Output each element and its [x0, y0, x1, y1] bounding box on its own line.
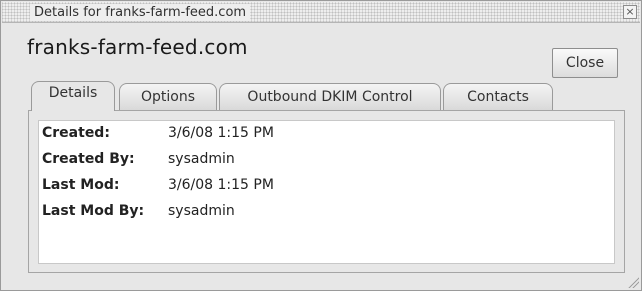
resize-grip-icon[interactable]: [627, 276, 639, 288]
detail-label: Last Mod By:: [42, 203, 145, 219]
detail-value: sysadmin: [168, 151, 235, 167]
window-title: Details for franks-farm-feed.com: [30, 4, 251, 21]
detail-value: sysadmin: [168, 203, 235, 219]
close-button[interactable]: Close: [552, 48, 618, 78]
detail-label: Created:: [42, 125, 110, 141]
details-content: Created: 3/6/08 1:15 PM Created By: sysa…: [38, 120, 615, 264]
tab-outbound-dkim-control[interactable]: Outbound DKIM Control: [219, 83, 441, 110]
detail-label: Last Mod:: [42, 177, 120, 193]
details-tab-panel: Created: 3/6/08 1:15 PM Created By: sysa…: [28, 110, 625, 273]
tab-options[interactable]: Options: [119, 83, 217, 110]
tab-contacts[interactable]: Contacts: [443, 83, 553, 110]
details-dialog: Details for franks-farm-feed.com × frank…: [0, 0, 642, 291]
tab-details[interactable]: Details: [31, 81, 115, 111]
detail-value: 3/6/08 1:15 PM: [168, 125, 274, 141]
title-bar[interactable]: Details for franks-farm-feed.com ×: [2, 2, 640, 23]
window-close-icon[interactable]: ×: [623, 5, 637, 19]
domain-heading: franks-farm-feed.com: [27, 35, 248, 59]
detail-value: 3/6/08 1:15 PM: [168, 177, 274, 193]
detail-label: Created By:: [42, 151, 135, 167]
